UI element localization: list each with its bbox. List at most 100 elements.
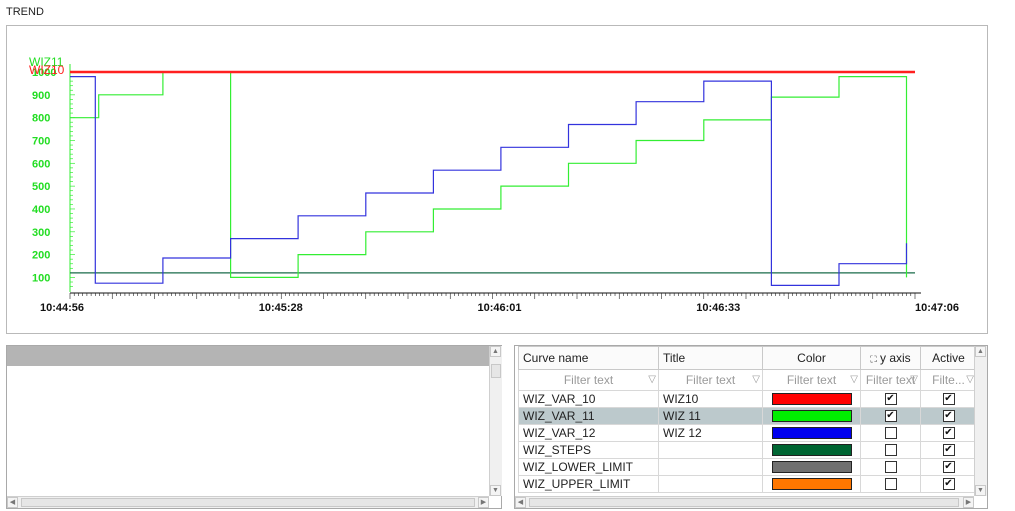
filter-cell-active[interactable]: Filte... ▽	[920, 369, 977, 391]
column-header-color[interactable]: Color	[762, 346, 861, 370]
table-row[interactable]: WIZ_VAR_12 WIZ 12 ✔	[518, 424, 977, 442]
scroll-right-arrow-icon[interactable]: ▶	[963, 497, 974, 508]
y-axis-cell	[860, 441, 921, 459]
filter-placeholder: Filter text	[786, 373, 837, 387]
y-axis-header-label: y axis	[879, 351, 911, 365]
filter-cell-color[interactable]: Filter text ▽	[762, 369, 861, 391]
title-cell: WIZ 11	[658, 407, 763, 425]
color-swatch[interactable]	[771, 478, 852, 490]
curve-name-cell: WIZ_LOWER_LIMIT	[518, 458, 659, 476]
y-axis-checkbox[interactable]	[884, 478, 897, 490]
binoculars-icon: ⛶	[870, 354, 877, 364]
table-row[interactable]: WIZ_VAR_10 WIZ10 ✔ ✔	[518, 390, 977, 408]
left-panel-header	[7, 346, 489, 366]
filter-icon[interactable]: ▽	[648, 374, 656, 385]
x-tick-label: 10:47:06	[915, 302, 959, 314]
column-header-curve-name[interactable]: Curve name	[518, 346, 659, 370]
filter-placeholder: Filte...	[932, 373, 965, 387]
table-row[interactable]: WIZ_LOWER_LIMIT ✔	[518, 458, 977, 476]
active-cell: ✔	[920, 458, 977, 476]
active-checkbox[interactable]: ✔	[942, 410, 955, 422]
y-axis-checkbox[interactable]: ✔	[884, 410, 897, 422]
scroll-down-arrow-icon[interactable]: ▼	[975, 485, 986, 496]
title-cell	[658, 458, 763, 476]
y-tick-label: 700	[32, 135, 50, 147]
filter-icon[interactable]: ▽	[910, 374, 918, 385]
color-swatch[interactable]	[771, 427, 852, 439]
x-tick-label: 10:45:28	[259, 302, 303, 314]
color-cell[interactable]	[762, 424, 861, 442]
left-vertical-scrollbar[interactable]: ▲ ▼	[489, 346, 502, 496]
color-cell[interactable]	[762, 475, 861, 493]
color-swatch[interactable]	[771, 461, 852, 473]
table-horizontal-scrollbar[interactable]: ◀ ▶	[515, 496, 974, 508]
curves-table-panel[interactable]: Curve name Title Color ⛶ y axis Active F…	[514, 345, 988, 509]
scroll-thumb[interactable]	[21, 498, 475, 507]
scroll-right-arrow-icon[interactable]: ▶	[478, 497, 489, 508]
scroll-thumb[interactable]	[491, 364, 501, 378]
table-row[interactable]: WIZ_UPPER_LIMIT ✔	[518, 475, 977, 493]
color-swatch[interactable]	[771, 410, 852, 422]
active-cell: ✔	[920, 475, 977, 493]
curves-table: Curve name Title Color ⛶ y axis Active F…	[518, 346, 977, 493]
filter-placeholder: Filter text	[563, 373, 614, 387]
color-swatch[interactable]	[771, 393, 852, 405]
scroll-up-arrow-icon[interactable]: ▲	[975, 346, 986, 357]
color-cell[interactable]	[762, 390, 861, 408]
column-header-active[interactable]: Active	[920, 346, 977, 370]
filter-placeholder: Filter text	[685, 373, 736, 387]
active-cell: ✔	[920, 390, 977, 408]
active-checkbox[interactable]: ✔	[942, 427, 955, 439]
scroll-down-arrow-icon[interactable]: ▼	[490, 485, 501, 496]
table-row[interactable]: WIZ_VAR_11 WIZ 11 ✔ ✔	[518, 407, 977, 425]
left-list-panel[interactable]: ▲ ▼ ◀ ▶	[6, 345, 502, 509]
filter-cell-y-axis[interactable]: Filter text ▽	[860, 369, 921, 391]
scroll-left-arrow-icon[interactable]: ◀	[515, 497, 526, 508]
color-cell[interactable]	[762, 458, 861, 476]
y-axis-cell	[860, 475, 921, 493]
table-row[interactable]: WIZ_STEPS ✔	[518, 441, 977, 459]
panel-title: TREND	[6, 6, 44, 18]
x-tick-label: 10:46:33	[696, 302, 740, 314]
y-axis-checkbox[interactable]: ✔	[884, 393, 897, 405]
scroll-up-arrow-icon[interactable]: ▲	[490, 346, 501, 357]
filter-cell-title[interactable]: Filter text ▽	[658, 369, 763, 391]
title-cell: WIZ10	[658, 390, 763, 408]
curve-name-cell: WIZ_STEPS	[518, 441, 659, 459]
color-swatch[interactable]	[771, 444, 852, 456]
filter-cell-curve-name[interactable]: Filter text ▽	[518, 369, 659, 391]
filter-icon[interactable]: ▽	[850, 374, 858, 385]
left-horizontal-scrollbar[interactable]: ◀ ▶	[7, 496, 489, 508]
column-header-title[interactable]: Title	[658, 346, 763, 370]
active-checkbox[interactable]: ✔	[942, 478, 955, 490]
trend-chart-svg[interactable]: 100200300400500600700800900100010:44:56 1…	[7, 26, 987, 333]
series-inline-label: WIZ10	[29, 63, 65, 77]
y-axis-cell: ✔	[860, 390, 921, 408]
scroll-thumb[interactable]	[529, 498, 959, 507]
active-checkbox[interactable]: ✔	[942, 393, 955, 405]
y-axis-cell: ✔	[860, 407, 921, 425]
curve-name-cell: WIZ_UPPER_LIMIT	[518, 475, 659, 493]
active-cell: ✔	[920, 441, 977, 459]
y-axis-cell	[860, 458, 921, 476]
y-axis-checkbox[interactable]	[884, 427, 897, 439]
scroll-left-arrow-icon[interactable]: ◀	[7, 497, 18, 508]
column-header-y-axis[interactable]: ⛶ y axis	[860, 346, 921, 370]
active-checkbox[interactable]: ✔	[942, 461, 955, 473]
color-cell[interactable]	[762, 441, 861, 459]
y-axis-checkbox[interactable]	[884, 444, 897, 456]
y-tick-label: 400	[32, 204, 50, 216]
table-vertical-scrollbar[interactable]: ▲ ▼	[974, 346, 987, 496]
active-checkbox[interactable]: ✔	[942, 444, 955, 456]
filter-row: Filter text ▽ Filter text ▽ Filter text ▽ F…	[518, 369, 977, 391]
y-tick-label: 800	[32, 113, 50, 125]
filter-icon[interactable]: ▽	[966, 374, 974, 385]
filter-icon[interactable]: ▽	[752, 374, 760, 385]
y-tick-label: 600	[32, 158, 50, 170]
color-cell[interactable]	[762, 407, 861, 425]
y-axis-cell	[860, 424, 921, 442]
series-line-wiz-11	[70, 71, 908, 278]
curve-name-cell: WIZ_VAR_11	[518, 407, 659, 425]
y-axis-checkbox[interactable]	[884, 461, 897, 473]
trend-chart[interactable]: 100 200 300 400 500 600 700 800 900 1000 10:44:56 1…	[6, 25, 988, 334]
